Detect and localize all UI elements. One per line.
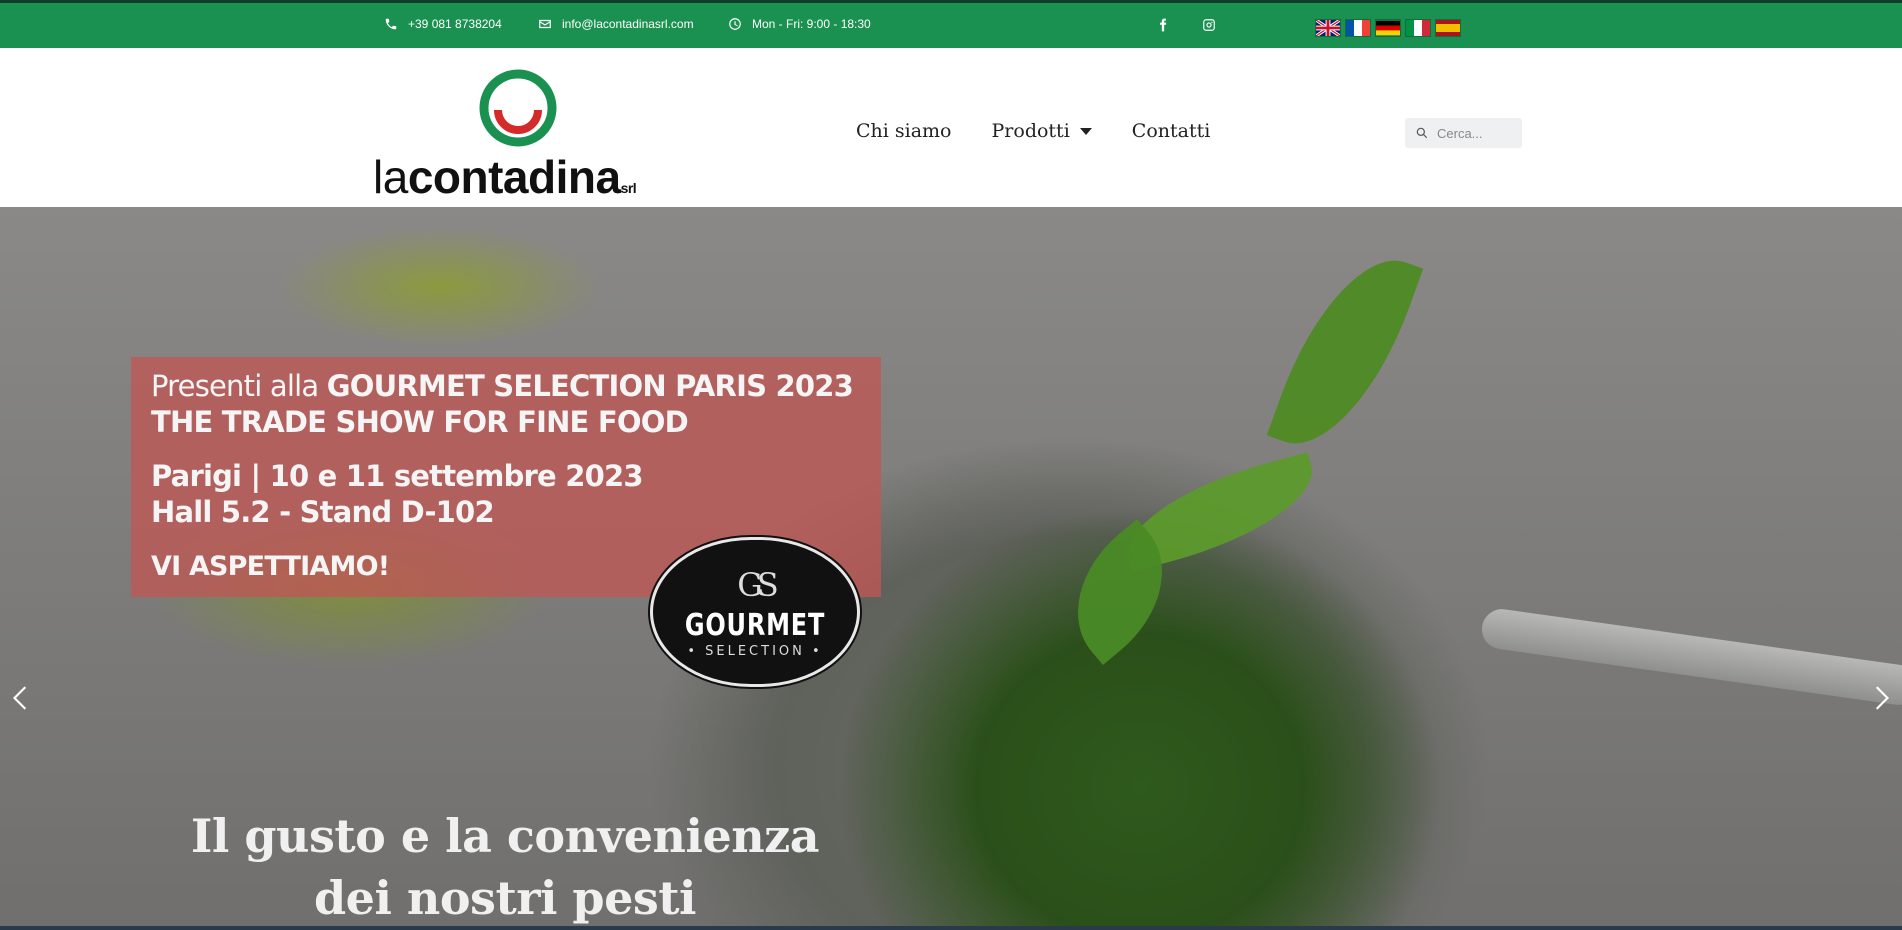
nav-contatti-label: Contatti (1131, 120, 1211, 142)
flag-spain-icon[interactable] (1435, 19, 1461, 37)
flag-italy-icon[interactable] (1405, 19, 1431, 37)
flag-uk-icon[interactable] (1315, 19, 1341, 37)
logo-suffix: srl (620, 180, 637, 196)
site-header: lacontadinasrl Chi siamo Prodotti Contat… (0, 48, 1902, 207)
logo-name: contadina (407, 151, 621, 203)
hero-caption: Il gusto e la convenienza dei nostri pes… (180, 805, 830, 929)
email-address: info@lacontadinasrl.com (562, 17, 694, 31)
facebook-link[interactable] (1155, 17, 1171, 33)
promo-line-3: Parigi | 10 e 11 settembre 2023 (151, 459, 644, 493)
promo-line-4: Hall 5.2 - Stand D-102 (151, 495, 495, 529)
hero-slider: Presenti alla GOURMET SELECTION PARIS 20… (0, 207, 1902, 930)
search-icon[interactable] (1415, 126, 1429, 140)
phone-number: +39 081 8738204 (408, 17, 502, 31)
logo-ring-icon (479, 69, 557, 147)
promo-line-5: VI ASPETTIAMO! (151, 551, 390, 582)
site-logo[interactable]: lacontadinasrl (370, 66, 670, 206)
gourmet-selection-badge: GS GOURMET • SELECTION • (650, 537, 860, 687)
promo-line-1: Presenti alla GOURMET SELECTION PARIS 20… (151, 369, 854, 403)
flag-germany-icon[interactable] (1375, 19, 1401, 37)
language-switcher (1315, 19, 1461, 37)
nav-prodotti[interactable]: Prodotti (992, 120, 1092, 142)
nav-chi-siamo-label: Chi siamo (856, 120, 952, 142)
nav-chi-siamo[interactable]: Chi siamo (856, 120, 952, 142)
slider-prev-button[interactable] (8, 685, 34, 711)
bottom-strip (0, 926, 1902, 930)
promo-line-1-prefix: Presenti alla (151, 369, 327, 403)
promo-line-1-event: GOURMET SELECTION PARIS 2023 (326, 369, 854, 403)
instagram-link[interactable] (1201, 17, 1217, 33)
caret-down-icon (1079, 127, 1092, 135)
hero-caption-line-1: Il gusto e la convenienza (190, 809, 820, 863)
phone-contact[interactable]: +39 081 8738204 (384, 17, 502, 31)
envelope-icon (539, 19, 551, 29)
nav-contatti[interactable]: Contatti (1132, 120, 1211, 142)
badge-monogram: GS (737, 566, 778, 604)
clock-icon (729, 18, 741, 30)
instagram-icon (1203, 19, 1215, 31)
phone-icon (385, 18, 397, 30)
opening-hours: Mon - Fri: 9:00 - 18:30 (728, 17, 871, 31)
hero-caption-line-2: dei nostri pesti (314, 871, 696, 925)
hours-text: Mon - Fri: 9:00 - 18:30 (752, 17, 871, 31)
chevron-right-icon (1875, 686, 1890, 710)
promo-line-2: THE TRADE SHOW FOR FINE FOOD (151, 405, 689, 439)
top-bar: +39 081 8738204 info@lacontadinasrl.com … (0, 0, 1902, 48)
flag-france-icon[interactable] (1345, 19, 1371, 37)
facebook-icon (1160, 18, 1167, 32)
nav-prodotti-label: Prodotti (991, 120, 1070, 142)
badge-subtitle: • SELECTION • (687, 644, 823, 659)
logo-wordmark: lacontadinasrl (373, 150, 637, 204)
search-input[interactable] (1437, 125, 1517, 141)
email-contact[interactable]: info@lacontadinasrl.com (538, 17, 694, 31)
chevron-left-icon (12, 686, 27, 710)
social-links (1155, 17, 1217, 33)
main-nav: Chi siamo Prodotti Contatti (856, 120, 1210, 142)
slider-next-button[interactable] (1868, 685, 1894, 711)
search-box (1405, 118, 1522, 148)
badge-title: GOURMET (684, 608, 826, 643)
logo-la: la (373, 151, 408, 203)
